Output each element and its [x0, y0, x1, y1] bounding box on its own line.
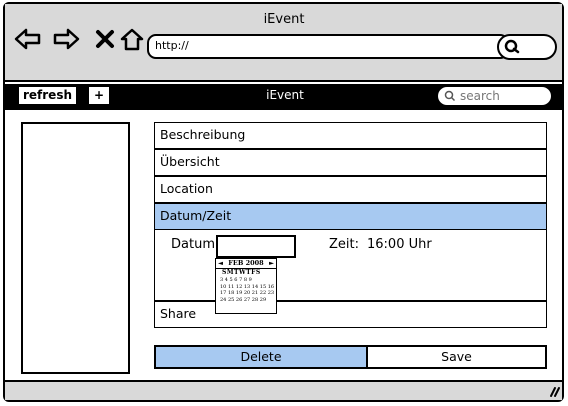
window-title: iEvent	[263, 12, 305, 27]
side-panel	[21, 122, 130, 374]
calendar-weekdays: SMTWTFS	[222, 269, 261, 276]
calendar-week[interactable]: 24 25 26 27 28 29	[216, 297, 276, 304]
datum-label: Datum	[171, 237, 215, 252]
url-text: http://	[155, 39, 189, 52]
forward-arrow-icon[interactable]	[51, 24, 81, 54]
search-placeholder: search	[460, 89, 500, 103]
search-icon	[444, 90, 456, 102]
save-button[interactable]: Save	[368, 347, 545, 367]
delete-button[interactable]: Delete	[156, 347, 368, 367]
accordion-item-datum-zeit[interactable]: Datum/Zeit	[154, 203, 547, 230]
resize-grip-icon[interactable]	[545, 382, 561, 398]
home-icon[interactable]	[117, 24, 147, 54]
add-button[interactable]: +	[88, 86, 110, 105]
date-picker[interactable]: ◄ FEB 2008 ► SMTWTFS 3 4 5 6 7 8 9 10 11…	[215, 258, 277, 314]
back-arrow-icon[interactable]	[13, 24, 43, 54]
accordion-item-location[interactable]: Location	[154, 176, 547, 203]
calendar-header: ◄ FEB 2008 ►	[216, 259, 276, 269]
calendar-week[interactable]: 17 18 19 20 21 22 23	[216, 290, 276, 297]
close-icon[interactable]	[90, 24, 120, 54]
accordion-item-beschreibung[interactable]: Beschreibung	[154, 122, 547, 149]
accordion-item-share[interactable]: Share	[154, 301, 547, 328]
zeit-label: Zeit:	[329, 237, 359, 252]
accordion-item-uebersicht[interactable]: Übersicht	[154, 149, 547, 176]
refresh-button[interactable]: refresh	[18, 86, 77, 105]
zeit-value[interactable]: 16:00 Uhr	[367, 237, 432, 252]
app-title: iEvent	[266, 88, 304, 102]
status-bar	[5, 380, 562, 400]
magnifier-icon	[504, 39, 520, 54]
datum-field[interactable]	[216, 235, 296, 258]
next-month-icon[interactable]: ►	[269, 259, 274, 268]
search-input[interactable]: search	[437, 86, 552, 106]
url-field[interactable]: http://	[147, 34, 509, 59]
calendar-month: FEB 2008	[228, 259, 264, 267]
prev-month-icon[interactable]: ◄	[218, 259, 223, 268]
url-search-button[interactable]	[497, 34, 557, 60]
